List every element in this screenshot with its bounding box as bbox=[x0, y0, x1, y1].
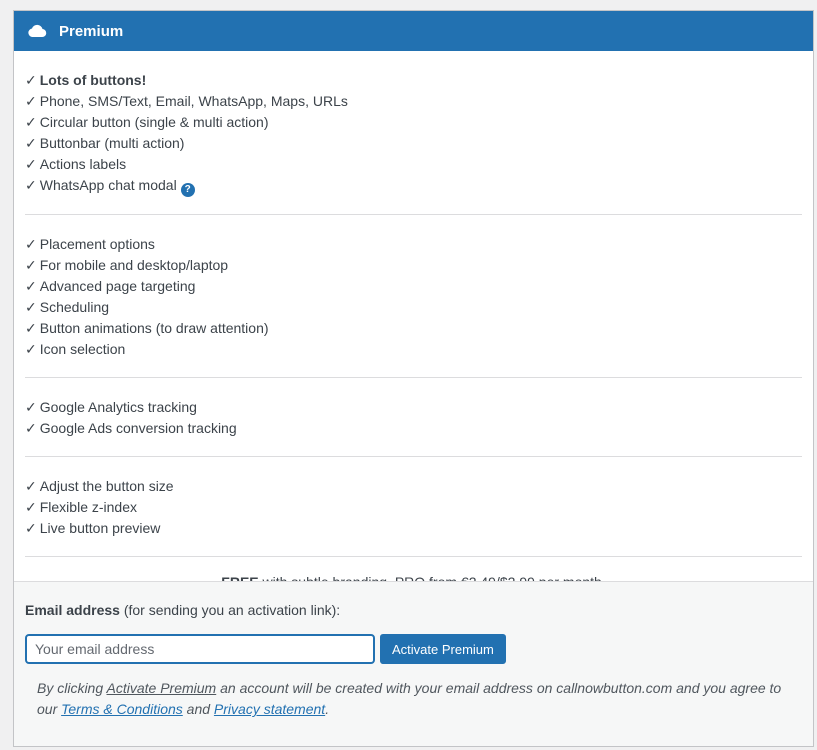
feature-label: Flexible z-index bbox=[39, 498, 137, 515]
feature-label: WhatsApp chat modal bbox=[39, 177, 177, 193]
checkmark-icon: ✓ bbox=[25, 93, 37, 109]
feature-item: ✓ For mobile and desktop/laptop bbox=[25, 255, 802, 276]
feature-groups: ✓ Lots of buttons! ✓ Phone, SMS/Text, Email… bbox=[25, 51, 802, 557]
checkmark-icon: ✓ bbox=[25, 177, 37, 193]
email-input[interactable] bbox=[25, 634, 375, 664]
feature-label: Phone, SMS/Text, Email, WhatsApp, Maps, … bbox=[39, 93, 348, 109]
feature-item: ✓ WhatsApp chat modal? bbox=[25, 175, 802, 197]
feature-label: For mobile and desktop/laptop bbox=[39, 256, 229, 273]
email-label-strong: Email address bbox=[25, 602, 120, 618]
feature-group: ✓ Google Analytics tracking ✓ Google Ads co… bbox=[25, 378, 802, 457]
feature-item: ✓ Circular button (single & multi action) bbox=[25, 112, 802, 133]
feature-label: Icon selection bbox=[39, 340, 126, 357]
terms-link[interactable]: Terms & Conditions bbox=[61, 701, 183, 717]
feature-item: ✓ Phone, SMS/Text, Email, WhatsApp, Maps,… bbox=[25, 91, 802, 112]
help-icon[interactable]: ? bbox=[180, 182, 195, 197]
checkmark-icon: ✓ bbox=[25, 135, 37, 151]
checkmark-icon: ✓ bbox=[25, 156, 37, 172]
feature-label: Actions labels bbox=[39, 156, 127, 172]
feature-item: ✓ Flexible z-index bbox=[25, 497, 802, 518]
panel-header: Premium bbox=[14, 11, 813, 51]
feature-label: Scheduling bbox=[39, 298, 110, 315]
feature-label: Google Analytics tracking bbox=[39, 398, 197, 415]
feature-label: Placement options bbox=[39, 235, 155, 252]
feature-label: Button animations (to draw attention) bbox=[39, 319, 269, 336]
checkmark-icon: ✓ bbox=[25, 114, 37, 130]
checkmark-icon: ✓ bbox=[25, 477, 37, 494]
feature-item: ✓ Google Analytics tracking bbox=[25, 397, 802, 418]
checkmark-icon: ✓ bbox=[25, 519, 37, 536]
feature-item: ✓ Button animations (to draw attention) bbox=[25, 318, 802, 339]
privacy-link[interactable]: Privacy statement bbox=[214, 701, 325, 717]
feature-item: ✓ Adjust the button size bbox=[25, 476, 802, 497]
feature-label: Google Ads conversion tracking bbox=[39, 419, 237, 436]
feature-item: ✓ Advanced page targeting bbox=[25, 276, 802, 297]
notice-and: and bbox=[182, 701, 214, 717]
feature-group: ✓ Placement options ✓ For mobile and deskto… bbox=[25, 215, 802, 378]
feature-group: ✓ Lots of buttons! ✓ Phone, SMS/Text, Email… bbox=[25, 51, 802, 215]
cloud-icon bbox=[27, 24, 47, 38]
checkmark-icon: ✓ bbox=[25, 72, 37, 88]
feature-label: Lots of buttons! bbox=[39, 72, 147, 88]
feature-item: ✓ Icon selection bbox=[25, 339, 802, 360]
checkmark-icon: ✓ bbox=[25, 298, 37, 315]
activation-form: Email address (for sending you an activa… bbox=[14, 581, 813, 746]
activate-premium-button[interactable]: Activate Premium bbox=[380, 634, 506, 664]
feature-item: ✓ Buttonbar (multi action) bbox=[25, 133, 802, 154]
feature-label: Live button preview bbox=[39, 519, 161, 536]
activate-premium-link[interactable]: Activate Premium bbox=[107, 680, 217, 696]
notice-prefix: By clicking bbox=[37, 680, 107, 696]
checkmark-icon: ✓ bbox=[25, 235, 37, 252]
feature-label: Advanced page targeting bbox=[39, 277, 196, 294]
feature-label: Adjust the button size bbox=[39, 477, 174, 494]
feature-group: ✓ Adjust the button size ✓ Flexible z-index… bbox=[25, 457, 802, 557]
notice-end: . bbox=[325, 701, 330, 717]
feature-item: ✓ Scheduling bbox=[25, 297, 802, 318]
checkmark-icon: ✓ bbox=[25, 256, 37, 273]
feature-label: Buttonbar (multi action) bbox=[39, 135, 185, 151]
consent-notice: By clicking Activate Premium an account … bbox=[25, 678, 802, 720]
feature-item: ✓ Live button preview bbox=[25, 518, 802, 539]
email-label-hint: (for sending you an activation link): bbox=[119, 602, 341, 618]
panel-title: Premium bbox=[59, 22, 124, 40]
feature-item: ✓ Google Ads conversion tracking bbox=[25, 418, 802, 439]
checkmark-icon: ✓ bbox=[25, 277, 37, 294]
form-row: Activate Premium bbox=[25, 634, 802, 664]
checkmark-icon: ✓ bbox=[25, 419, 37, 436]
feature-item: ✓ Placement options bbox=[25, 234, 802, 255]
premium-panel: Premium ✓ Lots of buttons! ✓ Phone, SMS/Tex… bbox=[13, 10, 814, 747]
feature-item: ✓ Lots of buttons! bbox=[25, 70, 802, 91]
feature-label: Circular button (single & multi action) bbox=[39, 114, 269, 130]
checkmark-icon: ✓ bbox=[25, 319, 37, 336]
checkmark-icon: ✓ bbox=[25, 498, 37, 515]
features-content: ✓ Lots of buttons! ✓ Phone, SMS/Text, Email… bbox=[14, 51, 813, 606]
feature-item: ✓ Actions labels bbox=[25, 154, 802, 175]
checkmark-icon: ✓ bbox=[25, 398, 37, 415]
email-label: Email address (for sending you an activa… bbox=[25, 600, 802, 620]
checkmark-icon: ✓ bbox=[25, 340, 37, 357]
